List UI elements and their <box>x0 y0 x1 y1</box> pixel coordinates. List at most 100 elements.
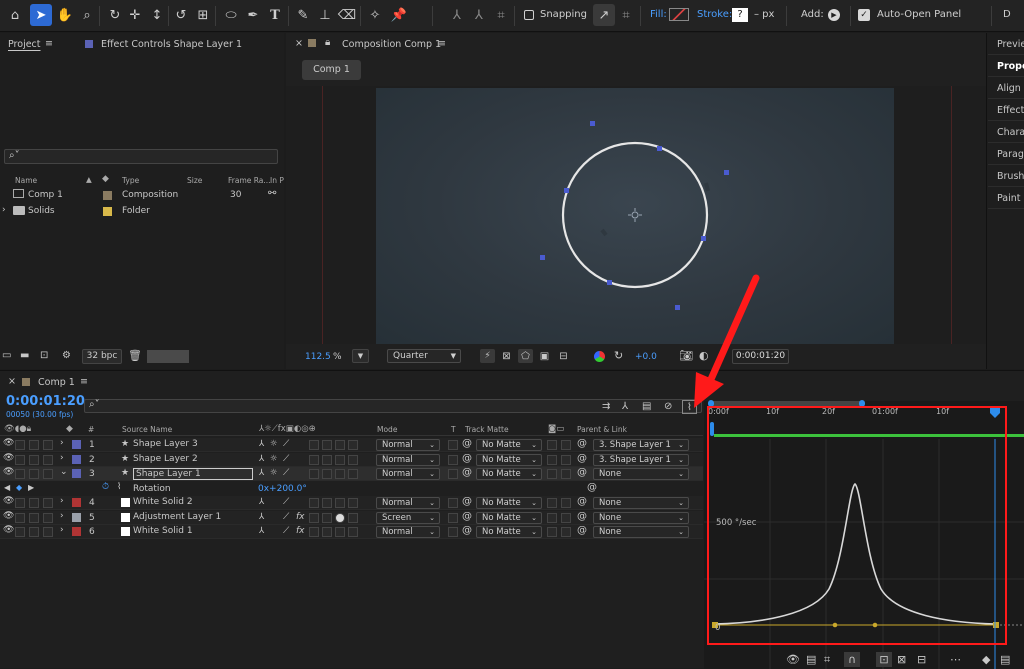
parent-pickwhip-icon[interactable]: @ <box>577 453 587 464</box>
solo-toggle[interactable] <box>29 498 39 508</box>
next-keyframe-icon[interactable]: ▶ <box>28 483 34 492</box>
convert-keyframe-icon[interactable]: ◆ <box>982 653 990 666</box>
adjust-settings-icon[interactable]: ⚙ <box>62 350 71 361</box>
axis-world-icon[interactable]: ⅄ <box>468 4 490 26</box>
layer-name[interactable]: Adjustment Layer 1 <box>133 512 221 522</box>
layer-label-swatch[interactable] <box>72 512 81 522</box>
composition-mini-flowchart-icon[interactable]: ⇉ <box>602 401 610 412</box>
parent-dropdown[interactable]: None ⌄ <box>593 497 689 509</box>
home-icon[interactable]: ⌂ <box>4 4 26 26</box>
layer-label-swatch[interactable] <box>72 527 81 536</box>
puppet-pin-tool-icon[interactable]: 📌 <box>388 4 410 26</box>
col-layer-number[interactable]: # <box>88 425 94 434</box>
frame-blend-toggle[interactable] <box>309 454 319 465</box>
quality-switch-icon[interactable]: ☼ <box>270 439 278 449</box>
frame-blend-toggle[interactable] <box>309 469 319 479</box>
quality-slash-icon[interactable]: ⟋ <box>283 454 289 464</box>
fit-all-icon[interactable]: ⊠ <box>897 653 906 666</box>
panel-preview[interactable]: Previe <box>988 33 1024 55</box>
matte-alpha-toggle[interactable] <box>547 498 557 508</box>
track-matte-dropdown[interactable]: No Matte ⌄ <box>476 468 542 480</box>
eye-icon[interactable]: 👁︎ <box>3 511 14 521</box>
matte-pickwhip-icon[interactable]: @ <box>462 511 472 522</box>
tab-effect-controls[interactable]: Effect Controls Shape Layer 1 <box>101 39 242 50</box>
fx-switch-icon[interactable]: fx <box>296 526 305 536</box>
layer-name[interactable]: Shape Layer 2 <box>133 454 198 464</box>
frame-blend-toggle[interactable] <box>309 512 319 523</box>
panel-properties[interactable]: Proper <box>988 55 1024 77</box>
chevron-down-icon[interactable]: ⌄ <box>60 467 68 477</box>
fit-selection-icon[interactable]: ⊡ <box>876 652 892 667</box>
col-track-matte[interactable]: Track Matte <box>465 425 509 434</box>
preserve-transparency-toggle[interactable] <box>448 512 458 523</box>
collapse-switch-icon[interactable]: ⅄ <box>259 497 264 507</box>
layer-row[interactable]: 👁︎ › 6 White Solid 1 ⅄ ⟋ fx Normal ⌄ @ No… <box>0 525 703 539</box>
3d-layer-toggle[interactable] <box>348 454 358 465</box>
snap-grid-icon[interactable]: ⌗ <box>615 4 637 26</box>
parent-dropdown[interactable]: None ⌄ <box>593 526 689 538</box>
color-management-icon[interactable] <box>594 351 605 362</box>
zoom-value[interactable]: 112.5 <box>305 352 331 362</box>
layer-row[interactable]: 👁︎ ⌄ 3 ★ Shape Layer 1 ⅄ ☼ ⟋ Normal ⌄ @ N… <box>0 467 703 481</box>
rotation-tool-icon[interactable]: ↺ <box>170 4 192 26</box>
tab-timeline-comp[interactable]: Comp 1 <box>38 377 75 388</box>
thumbnail-slider[interactable] <box>147 350 189 363</box>
project-item[interactable]: › Solids Folder <box>0 205 284 219</box>
parent-dropdown[interactable]: 3. Shape Layer 1 ⌄ <box>593 439 689 451</box>
motion-blur-toggle[interactable] <box>322 469 332 479</box>
collapse-switch-icon[interactable]: ⅄ <box>259 512 264 522</box>
transform-box-icon[interactable]: ⌗ <box>824 653 830 667</box>
3d-layer-toggle[interactable] <box>348 498 358 508</box>
preserve-transparency-toggle[interactable] <box>448 469 458 479</box>
track-matte-dropdown[interactable]: No Matte ⌄ <box>476 526 542 538</box>
fast-preview-icon[interactable]: ⚡ <box>480 349 495 363</box>
snapping-checkbox[interactable] <box>524 10 534 20</box>
motion-blur-toggle[interactable] <box>322 454 332 465</box>
motion-blur-toggle[interactable] <box>322 440 332 450</box>
matte-switch-icons[interactable]: ◙▭ <box>548 424 564 434</box>
layer-name[interactable]: White Solid 1 <box>133 526 193 536</box>
solo-toggle[interactable] <box>29 440 39 450</box>
collapse-switch-icon[interactable]: ⅄ <box>259 526 264 536</box>
separate-dimensions-icon[interactable]: ⊟ <box>917 653 926 666</box>
lock-toggle[interactable] <box>43 454 53 465</box>
comp-navigator-tab[interactable]: Comp 1 <box>302 60 361 80</box>
parent-dropdown[interactable]: None ⌄ <box>593 468 689 480</box>
auto-open-panel-checkbox[interactable]: ✓ <box>858 9 870 21</box>
zoom-tool-icon[interactable]: ⌕ <box>76 4 98 26</box>
quality-switch-icon[interactable]: ☼ <box>270 454 278 464</box>
show-properties-icon[interactable]: 👁︎ <box>786 653 800 666</box>
motion-blur-toggle[interactable] <box>322 527 332 537</box>
expression-pickwhip-icon[interactable]: @ <box>587 482 597 493</box>
transparency-grid-icon[interactable]: ⊠ <box>499 349 514 363</box>
audio-toggle[interactable] <box>15 512 25 523</box>
3d-layer-toggle[interactable] <box>348 527 358 537</box>
adjustment-toggle[interactable] <box>335 498 345 508</box>
shape-layer-artwork[interactable] <box>376 88 894 344</box>
axis-local-icon[interactable]: ⅄ <box>446 4 468 26</box>
tab-composition[interactable]: Composition Comp 1 <box>342 39 441 50</box>
type-tool-icon[interactable]: T <box>264 4 286 26</box>
preserve-transparency-toggle[interactable] <box>448 440 458 450</box>
eye-icon[interactable]: 👁︎ <box>3 453 14 463</box>
chevron-right-icon[interactable]: › <box>60 511 64 521</box>
clone-stamp-tool-icon[interactable]: ⊥ <box>314 4 336 26</box>
parent-pickwhip-icon[interactable]: @ <box>577 511 587 522</box>
matte-alpha-toggle[interactable] <box>547 454 557 465</box>
blend-mode-dropdown[interactable]: Normal ⌄ <box>376 497 440 509</box>
matte-pickwhip-icon[interactable]: @ <box>462 438 472 449</box>
project-search-input[interactable]: ⌕˅ <box>4 149 278 164</box>
roto-brush-tool-icon[interactable]: ✧ <box>364 4 386 26</box>
panel-align[interactable]: Align <box>988 77 1024 99</box>
col-t[interactable]: T <box>451 425 456 434</box>
snap-icon[interactable]: ∩ <box>844 652 860 667</box>
frame-blend-toggle[interactable] <box>309 498 319 508</box>
matte-alpha-toggle[interactable] <box>547 469 557 479</box>
mask-visibility-icon[interactable]: ⬠ <box>518 349 533 363</box>
panel-character[interactable]: Charac <box>988 121 1024 143</box>
eye-icon[interactable]: 👁︎ <box>3 525 14 535</box>
track-matte-dropdown[interactable]: No Matte ⌄ <box>476 497 542 509</box>
resolution-dropdown[interactable]: Quarter ▼ <box>387 349 461 363</box>
panel-brushes[interactable]: Brushe <box>988 165 1024 187</box>
stroke-color-box[interactable]: ? <box>732 8 748 22</box>
